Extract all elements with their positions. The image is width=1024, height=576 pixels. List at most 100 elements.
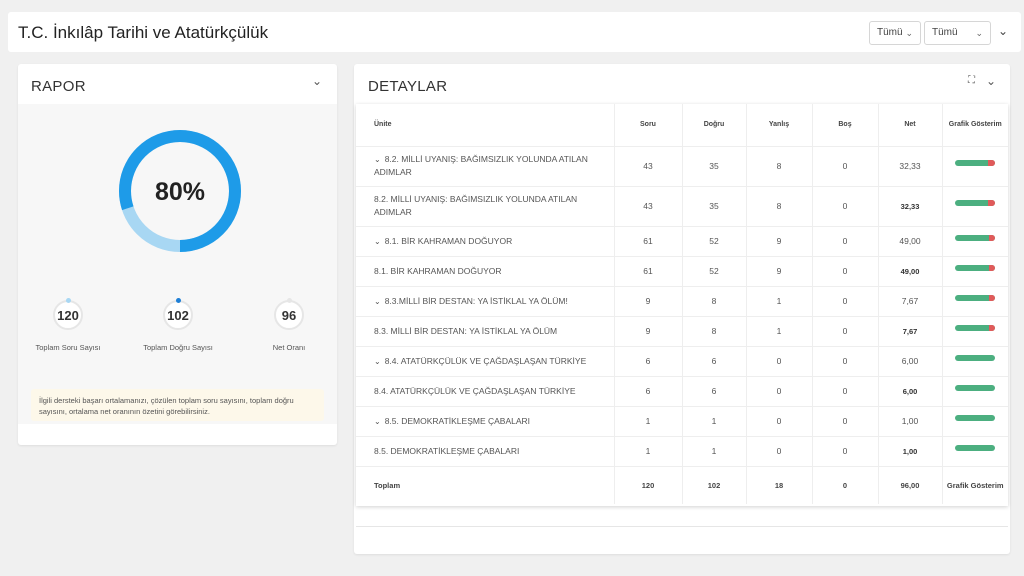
success-donut-chart: 80% — [119, 130, 241, 252]
stat-circle: 102 — [163, 298, 193, 330]
table-group-row[interactable]: ⌄ 8.5. DEMOKRATİKLEŞME ÇABALARI 1 1 0 0 1,00 — [356, 406, 1008, 437]
rapor-title: RAPOR — [31, 78, 86, 95]
table-row: 8.5. DEMOKRATİKLEŞME ÇABALARI 1 1 0 0 1,00 — [356, 436, 1008, 467]
result-bar-wrong — [988, 200, 996, 206]
cell-unite: 8.5. DEMOKRATİKLEŞME ÇABALARI — [356, 436, 615, 467]
cell-grafik — [942, 256, 1008, 287]
cell-yanlis: 8 — [746, 186, 813, 227]
column-header-yanlis[interactable]: Yanlış — [746, 104, 813, 147]
table-group-row[interactable]: ⌄ 8.2. MİLLİ UYANIŞ: BAĞIMSIZLIK YOLUNDA … — [356, 146, 1008, 187]
result-bar — [955, 200, 996, 206]
table-header-row: Ünite Soru Doğru Yanlış Boş Net Grafik G… — [356, 104, 1008, 147]
chevron-down-icon[interactable]: ⌄ — [374, 417, 381, 426]
cell-yanlis: 0 — [746, 346, 813, 377]
stat-indicator-dot — [287, 298, 292, 303]
cell-bos: 0 — [812, 146, 879, 187]
cell-soru: 43 — [614, 186, 683, 227]
cell-soru: 61 — [614, 226, 683, 257]
cell-net: 1,00 — [878, 406, 943, 437]
column-header-soru[interactable]: Soru — [614, 104, 683, 147]
filter-select-2-value: Tümü — [932, 27, 958, 38]
cell-soru: 61 — [614, 256, 683, 287]
cell-unite: 8.4. ATATÜRKÇÜLÜK VE ÇAĞDAŞLAŞAN TÜRKİYE — [356, 376, 615, 407]
rapor-info-box: İlgili dersteki başarı ortalamanızı, çöz… — [31, 389, 324, 421]
cell-grafik — [942, 436, 1008, 467]
chevron-down-icon: ⌄ — [975, 28, 983, 38]
result-bar — [955, 415, 996, 421]
cell-net: 6,00 — [878, 346, 943, 377]
stat-indicator-dot — [66, 298, 71, 303]
unite-name: 8.5. DEMOKRATİKLEŞME ÇABALARI — [374, 445, 520, 456]
filter-select-2[interactable]: Tümü ⌄ — [924, 21, 991, 45]
chevron-down-icon[interactable]: ⌄ — [374, 357, 381, 366]
filter-select-1[interactable]: Tümü ⌄ — [869, 21, 921, 45]
column-header-dogru[interactable]: Doğru — [682, 104, 747, 147]
cell-net: 49,00 — [878, 226, 943, 257]
result-bar-wrong — [989, 235, 996, 241]
column-header-bos[interactable]: Boş — [812, 104, 879, 147]
stat-label: Net Oranı — [272, 343, 306, 352]
cell-net: 32,33 — [878, 146, 943, 187]
table-group-row[interactable]: ⌄ 8.4. ATATÜRKÇÜLÜK VE ÇAĞDAŞLAŞAN TÜRKİY… — [356, 346, 1008, 377]
chevron-down-icon[interactable]: ⌄ — [374, 297, 381, 306]
result-bar — [955, 265, 996, 271]
cell-soru: 9 — [614, 286, 683, 317]
detaylar-collapse-icon[interactable]: ⌄ — [986, 74, 996, 88]
column-header-net[interactable]: Net — [878, 104, 943, 147]
filter-select-1-value: Tümü — [877, 27, 903, 38]
cell-bos: 0 — [812, 406, 879, 437]
table-group-row[interactable]: ⌄ 8.3.MİLLİ BİR DESTAN: YA İSTİKLAL YA ÖL… — [356, 286, 1008, 317]
cell-unite: ⌄ 8.2. MİLLİ UYANIŞ: BAĞIMSIZLIK YOLUNDA … — [356, 146, 615, 187]
chevron-down-icon[interactable]: ⌄ — [374, 237, 381, 246]
cell-net: 7,67 — [878, 316, 943, 347]
cell-soru: 43 — [614, 146, 683, 187]
cell-yanlis: 8 — [746, 146, 813, 187]
header-bar: T.C. İnkılâp Tarihi ve Atatürkçülük Tümü… — [8, 12, 1021, 52]
cell-grafik — [942, 186, 1008, 227]
cell-unite: 8.3. MİLLİ BİR DESTAN: YA İSTİKLAL YA ÖL… — [356, 316, 615, 347]
header-collapse-icon[interactable]: ⌄ — [998, 24, 1008, 38]
rapor-panel: RAPOR ⌄ 80% 120 Toplam Soru Sayısı 102 T… — [18, 64, 337, 445]
cell-grafik — [942, 376, 1008, 407]
cell-grafik — [942, 286, 1008, 317]
cell-soru: 1 — [614, 436, 683, 467]
cell-unite: ⌄ 8.1. BİR KAHRAMAN DOĞUYOR — [356, 226, 615, 257]
cell-soru: 1 — [614, 406, 683, 437]
unite-name: 8.1. BİR KAHRAMAN DOĞUYOR — [384, 235, 513, 246]
result-bar — [955, 235, 996, 241]
cell-yanlis: 1 — [746, 286, 813, 317]
unite-name: 8.5. DEMOKRATİKLEŞME ÇABALARI — [384, 415, 531, 426]
stat-value: 96 — [281, 307, 297, 323]
stat-circle: 120 — [53, 298, 83, 330]
stat-circle: 96 — [274, 298, 304, 330]
column-header-grafik: Grafik Gösterim — [942, 104, 1008, 147]
result-bar — [955, 355, 996, 361]
result-bar-wrong — [988, 160, 996, 166]
result-bar-wrong — [989, 265, 996, 271]
cell-dogru: 8 — [682, 316, 747, 347]
cell-dogru: 6 — [682, 346, 747, 377]
chevron-down-icon[interactable]: ⌄ — [374, 155, 381, 164]
table-footer-row: Toplam 120 102 18 0 96,00 Grafik Gösteri… — [356, 466, 1008, 504]
fullscreen-icon[interactable]: ⛶ — [968, 75, 975, 86]
cell-net: 32,33 — [878, 186, 943, 227]
table-row: 8.1. BİR KAHRAMAN DOĞUYOR 61 52 9 0 49,00 — [356, 256, 1008, 287]
unite-name: 8.4. ATATÜRKÇÜLÜK VE ÇAĞDAŞLAŞAN TÜRKİYE — [374, 385, 576, 396]
footer-dogru: 102 — [682, 466, 747, 504]
cell-bos: 0 — [812, 316, 879, 347]
cell-yanlis: 0 — [746, 376, 813, 407]
column-header-unite[interactable]: Ünite — [356, 104, 615, 147]
cell-net: 1,00 — [878, 436, 943, 467]
footer-soru: 120 — [614, 466, 683, 504]
rapor-collapse-icon[interactable]: ⌄ — [312, 74, 322, 88]
stat-label: Toplam Soru Sayısı — [35, 343, 101, 352]
panel-divider — [356, 526, 1008, 527]
unite-name: 8.1. BİR KAHRAMAN DOĞUYOR — [374, 265, 502, 276]
cell-bos: 0 — [812, 256, 879, 287]
cell-yanlis: 9 — [746, 226, 813, 257]
stat-indicator-dot — [176, 298, 181, 303]
cell-soru: 6 — [614, 376, 683, 407]
table-group-row[interactable]: ⌄ 8.1. BİR KAHRAMAN DOĞUYOR 61 52 9 0 49,00 — [356, 226, 1008, 257]
result-bar — [955, 325, 996, 331]
cell-grafik — [942, 406, 1008, 437]
